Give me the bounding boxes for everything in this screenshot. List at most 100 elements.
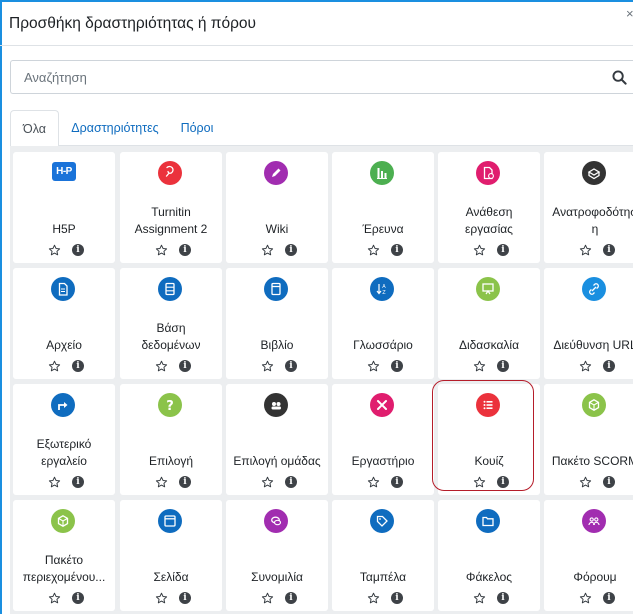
star-icon[interactable] xyxy=(261,360,274,373)
module-card-page[interactable]: Σελίδα i xyxy=(120,500,222,611)
star-icon[interactable] xyxy=(48,360,61,373)
module-label: Εργαστήριο xyxy=(351,454,415,468)
module-card-package[interactable]: Πακέτο SCORM i xyxy=(544,384,633,495)
module-card-h5p-logo[interactable]: H-P H5P i xyxy=(13,152,115,263)
module-label: Φάκελος xyxy=(465,570,513,584)
star-icon[interactable] xyxy=(473,244,486,257)
module-card-presentation[interactable]: Διδασκαλία i xyxy=(438,268,540,379)
star-icon[interactable] xyxy=(261,244,274,257)
info-icon[interactable]: i xyxy=(603,476,615,488)
module-card-book[interactable]: Βιβλίο i xyxy=(226,268,328,379)
star-icon[interactable] xyxy=(155,360,168,373)
link-icon xyxy=(582,277,606,301)
module-card-sort-az[interactable]: A Z Γλωσσάριο i xyxy=(332,268,434,379)
star-icon[interactable] xyxy=(473,360,486,373)
module-card-pencil[interactable]: Wiki i xyxy=(226,152,328,263)
star-icon[interactable] xyxy=(367,360,380,373)
tab-activities[interactable]: Δραστηριότητες xyxy=(65,110,165,146)
info-icon[interactable]: i xyxy=(72,592,84,604)
star-icon[interactable] xyxy=(155,476,168,489)
star-icon[interactable] xyxy=(48,244,61,257)
info-icon[interactable]: i xyxy=(497,476,509,488)
module-card-turnitin[interactable]: Turnitin Assignment 2 i xyxy=(120,152,222,263)
module-card-database[interactable]: Βάση δεδομένων i xyxy=(120,268,222,379)
info-icon[interactable]: i xyxy=(179,476,191,488)
module-label: Turnitin Assignment 2 xyxy=(134,205,208,236)
module-label: Επιλογή ομάδας xyxy=(233,454,321,468)
info-icon[interactable]: i xyxy=(603,244,615,256)
info-icon[interactable]: i xyxy=(391,592,403,604)
info-icon[interactable]: i xyxy=(497,244,509,256)
module-label: Επιλογή xyxy=(148,454,194,468)
star-icon[interactable] xyxy=(367,244,380,257)
star-icon[interactable] xyxy=(579,592,592,605)
module-card-chart[interactable]: Έρευνα i xyxy=(332,152,434,263)
info-icon[interactable]: i xyxy=(497,592,509,604)
info-icon[interactable]: i xyxy=(179,592,191,604)
info-icon[interactable]: i xyxy=(391,476,403,488)
star-icon[interactable] xyxy=(579,360,592,373)
tab-all[interactable]: Όλα xyxy=(10,110,59,147)
database-icon xyxy=(158,277,182,301)
module-card-document-check[interactable]: Ανάθεση εργασίας i xyxy=(438,152,540,263)
chart-icon xyxy=(370,161,394,185)
info-icon[interactable]: i xyxy=(72,244,84,256)
search-icon[interactable] xyxy=(612,70,627,85)
info-icon[interactable]: i xyxy=(497,360,509,372)
star-icon[interactable] xyxy=(473,592,486,605)
search-input[interactable] xyxy=(11,61,591,93)
module-card-megaphone[interactable]: Ανατροφοδότησ η i xyxy=(544,152,633,263)
module-label: Συνομιλία xyxy=(251,570,303,584)
info-icon[interactable]: i xyxy=(179,360,191,372)
module-card-group[interactable]: Επιλογή ομάδας i xyxy=(226,384,328,495)
module-card-tag[interactable]: Ταμπέλα i xyxy=(332,500,434,611)
svg-text:?: ? xyxy=(166,399,174,414)
info-icon[interactable]: i xyxy=(179,244,191,256)
module-label: Έρευνα xyxy=(362,222,404,236)
module-label: Βιβλίο xyxy=(260,338,294,352)
module-card-folder[interactable]: Φάκελος i xyxy=(438,500,540,611)
content-package-icon xyxy=(51,509,75,533)
star-icon[interactable] xyxy=(579,476,592,489)
info-icon[interactable]: i xyxy=(285,476,297,488)
close-button[interactable]: × xyxy=(626,6,633,21)
module-card-question[interactable]: ? Επιλογή i xyxy=(120,384,222,495)
star-icon[interactable] xyxy=(261,476,274,489)
tab-resources[interactable]: Πόροι xyxy=(172,110,222,146)
info-icon[interactable]: i xyxy=(391,244,403,256)
info-icon[interactable]: i xyxy=(603,592,615,604)
star-icon[interactable] xyxy=(155,592,168,605)
star-icon[interactable] xyxy=(367,592,380,605)
star-icon[interactable] xyxy=(48,592,61,605)
megaphone-icon xyxy=(582,161,606,185)
star-icon[interactable] xyxy=(473,476,486,489)
module-card-link[interactable]: Διεύθυνση URL i xyxy=(544,268,633,379)
module-card-quiz-list[interactable]: Κουίζ i xyxy=(438,384,540,495)
tab-bar: Όλα Δραστηριότητες Πόροι xyxy=(10,110,633,147)
info-icon[interactable]: i xyxy=(603,360,615,372)
module-card-file[interactable]: Αρχείο i xyxy=(13,268,115,379)
quiz-list-icon xyxy=(476,393,500,417)
module-card-tools[interactable]: Εργαστήριο i xyxy=(332,384,434,495)
info-icon[interactable]: i xyxy=(285,244,297,256)
module-label: H5P xyxy=(52,222,76,236)
module-card-forum[interactable]: Φόρουμ i xyxy=(544,500,633,611)
star-icon[interactable] xyxy=(48,476,61,489)
info-icon[interactable]: i xyxy=(285,360,297,372)
star-icon[interactable] xyxy=(155,244,168,257)
info-icon[interactable]: i xyxy=(72,476,84,488)
module-label: Φόρουμ xyxy=(573,570,617,584)
module-card-content-package[interactable]: Πακέτο περιεχομένου... i xyxy=(13,500,115,611)
star-icon[interactable] xyxy=(367,476,380,489)
info-icon[interactable]: i xyxy=(391,360,403,372)
star-icon[interactable] xyxy=(261,592,274,605)
info-icon[interactable]: i xyxy=(285,592,297,604)
presentation-icon xyxy=(476,277,500,301)
module-card-external[interactable]: Εξωτερικό εργαλείο i xyxy=(13,384,115,495)
info-icon[interactable]: i xyxy=(72,360,84,372)
module-card-chat[interactable]: Συνομιλία i xyxy=(226,500,328,611)
search-box xyxy=(10,60,633,94)
star-icon[interactable] xyxy=(579,244,592,257)
package-icon xyxy=(582,393,606,417)
module-label: Wiki xyxy=(265,222,289,236)
